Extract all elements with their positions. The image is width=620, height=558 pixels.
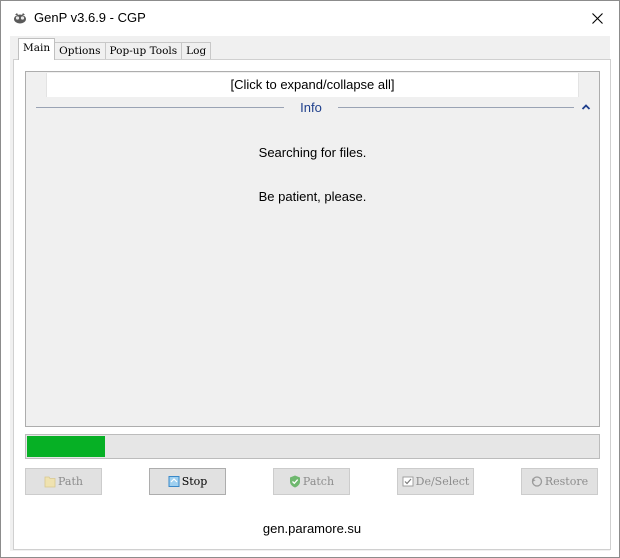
patch-button-label: Patch	[302, 475, 335, 488]
info-panel: [Click to expand/collapse all] Info Sear…	[25, 71, 600, 427]
status-message: Searching for files.	[258, 145, 367, 160]
stop-button-label: Stop	[181, 475, 208, 488]
chevron-up-icon[interactable]	[581, 102, 591, 112]
checkbox-icon	[402, 476, 414, 487]
footer-link[interactable]: gen.paramore.su	[14, 521, 610, 536]
restore-icon	[531, 476, 543, 487]
tab-options[interactable]: Options	[54, 42, 106, 60]
divider	[338, 107, 574, 108]
tab-popup-tools[interactable]: Pop-up Tools	[104, 42, 183, 60]
deselect-button[interactable]: De/Select	[397, 468, 474, 495]
close-button[interactable]	[575, 1, 619, 35]
info-section-header[interactable]: Info	[36, 97, 591, 119]
folder-icon	[44, 476, 56, 488]
shield-check-icon	[289, 475, 300, 488]
expand-collapse-all[interactable]: [Click to expand/collapse all]	[46, 73, 579, 97]
client-area: Main Options Pop-up Tools Log [Click to …	[10, 36, 611, 551]
path-button[interactable]: Path	[25, 468, 102, 495]
title-bar[interactable]: GenP v3.6.9 - CGP	[1, 1, 619, 35]
tab-strip: Main Options Pop-up Tools Log	[18, 38, 212, 60]
stop-button[interactable]: Stop	[149, 468, 226, 495]
app-window: GenP v3.6.9 - CGP Main Options Pop-up To…	[0, 0, 620, 558]
progress-fill	[27, 436, 105, 457]
main-tab-pane: [Click to expand/collapse all] Info Sear…	[13, 59, 611, 550]
path-button-label: Path	[58, 475, 83, 488]
restore-button-label: Restore	[544, 475, 589, 488]
window-title: GenP v3.6.9 - CGP	[34, 10, 146, 25]
tab-log[interactable]: Log	[181, 42, 212, 60]
info-section-label: Info	[300, 100, 322, 115]
app-icon	[14, 13, 26, 24]
restore-button[interactable]: Restore	[521, 468, 598, 495]
status-message: Be patient, please.	[258, 189, 367, 204]
progress-bar	[25, 434, 600, 459]
tab-main[interactable]: Main	[18, 38, 56, 60]
close-icon	[591, 12, 603, 24]
divider	[36, 107, 284, 108]
stop-icon	[168, 476, 180, 487]
deselect-button-label: De/Select	[415, 475, 470, 488]
patch-button[interactable]: Patch	[273, 468, 350, 495]
